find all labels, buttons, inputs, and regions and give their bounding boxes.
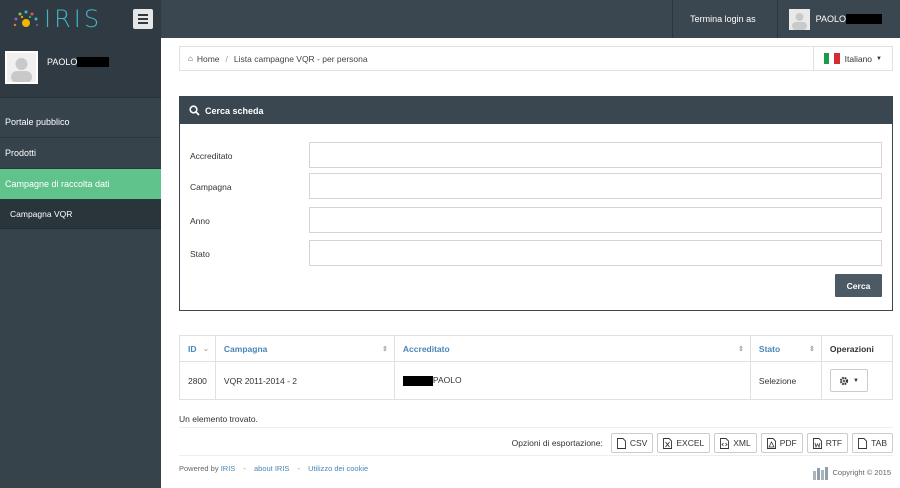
cell-stato: Selezione — [749, 361, 822, 400]
column-header-campagna[interactable]: Campagna ⇕ — [214, 335, 395, 362]
logout-as-link[interactable]: Termina login as — [672, 0, 777, 38]
sort-icon: ⇕ — [738, 346, 744, 353]
export-rtf-button[interactable]: RTF — [806, 433, 849, 453]
file-icon — [858, 437, 868, 449]
avatar — [788, 8, 810, 30]
field-label: Campagna — [190, 182, 232, 192]
user-menu[interactable]: PAOLO — [776, 0, 900, 38]
redaction-bar — [402, 375, 433, 386]
divider — [179, 427, 893, 428]
file-xml-icon — [720, 437, 730, 449]
form-row-anno: Anno — [180, 207, 892, 234]
stato-input[interactable] — [309, 240, 882, 266]
results-table: ID ⌄ Campagna ⇕ Accreditato ⇕ Stato ⇕ Operaz… — [179, 335, 894, 400]
breadcrumb-home-link[interactable]: Home — [197, 54, 220, 64]
footer-link-about-iris[interactable]: about IRIS — [254, 464, 289, 473]
divider — [179, 455, 893, 456]
form-row-campagna: Campagna — [180, 173, 892, 200]
sidebar-user-name: PAOLO — [47, 57, 78, 67]
column-header-stato[interactable]: Stato ⇕ — [749, 335, 822, 362]
breadcrumb: ⌂ Home / Lista campagne VQR - per person… — [179, 46, 893, 71]
form-row-accreditato: Accreditato — [180, 142, 892, 169]
cell-operazioni: ▼ — [820, 361, 894, 400]
gear-icon — [839, 376, 849, 385]
export-options: Opzioni di esportazione: CSV EXCEL XML P… — [512, 433, 893, 453]
footer-link-iris[interactable]: IRIS — [221, 464, 236, 473]
user-name: PAOLO — [815, 14, 846, 24]
footer-link-cookie[interactable]: Utilizzo dei cookie — [308, 464, 368, 473]
sidebar-toggle-button[interactable] — [133, 9, 153, 29]
footer: Powered by IRIS - about IRIS - Utilizzo … — [179, 464, 369, 473]
file-excel-icon — [663, 437, 673, 449]
search-panel-title: Cerca scheda — [205, 105, 264, 116]
sidebar-user: PAOLO — [0, 38, 161, 98]
export-label: Opzioni di esportazione: — [511, 438, 603, 448]
cell-campagna: VQR 2011-2014 - 2 — [214, 361, 395, 400]
italy-flag-icon — [823, 53, 840, 64]
field-label: Stato — [190, 249, 210, 259]
search-panel-header: Cerca scheda — [180, 97, 892, 124]
cell-accreditato: PAOLO — [393, 361, 751, 400]
table-header-row: ID ⌄ Campagna ⇕ Accreditato ⇕ Stato ⇕ Operaz… — [179, 335, 894, 362]
campagna-input[interactable] — [309, 173, 882, 199]
copyright-text: Copyright © 2015 — [832, 467, 891, 477]
powered-by-label: Powered by — [179, 464, 219, 473]
search-panel: Cerca scheda Accreditato Campagna Anno S… — [179, 96, 893, 311]
sort-icon: ⇕ — [382, 346, 388, 353]
caret-down-icon: ▼ — [876, 55, 882, 62]
table-row: 2800 VQR 2011-2014 - 2 PAOLO Selezione ▼ — [179, 361, 894, 400]
anno-input[interactable] — [309, 207, 882, 233]
logo-text: IRIS — [44, 5, 103, 33]
form-row-stato: Stato — [180, 240, 892, 267]
sidebar: PAOLO Portale pubblico Prodotti Campagne… — [0, 38, 161, 488]
home-icon: ⌂ — [188, 54, 193, 63]
breadcrumb-current: Lista campagne VQR - per persona — [233, 53, 368, 64]
copyright: Copyright © 2015 — [811, 462, 891, 482]
sidebar-item-prodotti[interactable]: Prodotti — [0, 138, 161, 169]
iris-logo-icon — [13, 10, 39, 27]
export-tab-button[interactable]: TAB — [852, 433, 893, 453]
file-csv-icon — [616, 437, 626, 449]
sidebar-item-portale-pubblico[interactable]: Portale pubblico — [0, 107, 161, 138]
redaction-bar — [846, 14, 882, 24]
field-label: Anno — [190, 216, 210, 226]
file-pdf-icon — [766, 437, 776, 449]
caret-down-icon: ▼ — [852, 377, 859, 384]
search-button[interactable]: Cerca — [835, 274, 882, 297]
top-navbar: IRIS Termina login as PAOLO — [0, 0, 900, 38]
export-excel-button[interactable]: EXCEL — [657, 433, 711, 453]
sort-icon: ⇕ — [809, 346, 815, 353]
sidebar-item-campagne[interactable]: Campagne di raccolta dati — [0, 169, 161, 200]
export-pdf-button[interactable]: PDF — [760, 433, 803, 453]
field-label: Accreditato — [190, 151, 233, 161]
language-label: Italiano — [844, 53, 873, 64]
file-rtf-icon — [812, 437, 822, 449]
column-header-operazioni: Operazioni — [820, 335, 894, 362]
search-icon — [189, 105, 200, 116]
cell-id: 2800 — [179, 361, 216, 400]
language-selector[interactable]: Italiano ▼ — [812, 47, 892, 70]
sidebar-subitem-campagna-vqr[interactable]: Campagna VQR — [0, 200, 161, 229]
redaction-bar — [77, 57, 110, 67]
export-csv-button[interactable]: CSV — [610, 433, 654, 453]
sort-desc-icon: ⌄ — [203, 346, 209, 353]
column-header-id[interactable]: ID ⌄ — [179, 335, 216, 362]
accreditato-input[interactable] — [309, 142, 882, 168]
cineca-logo-icon — [812, 467, 828, 480]
avatar — [5, 51, 38, 84]
results-count: Un elemento trovato. — [179, 414, 258, 424]
export-xml-button[interactable]: XML — [714, 433, 757, 453]
row-actions-button[interactable]: ▼ — [829, 369, 868, 392]
column-header-accreditato[interactable]: Accreditato ⇕ — [393, 335, 751, 362]
